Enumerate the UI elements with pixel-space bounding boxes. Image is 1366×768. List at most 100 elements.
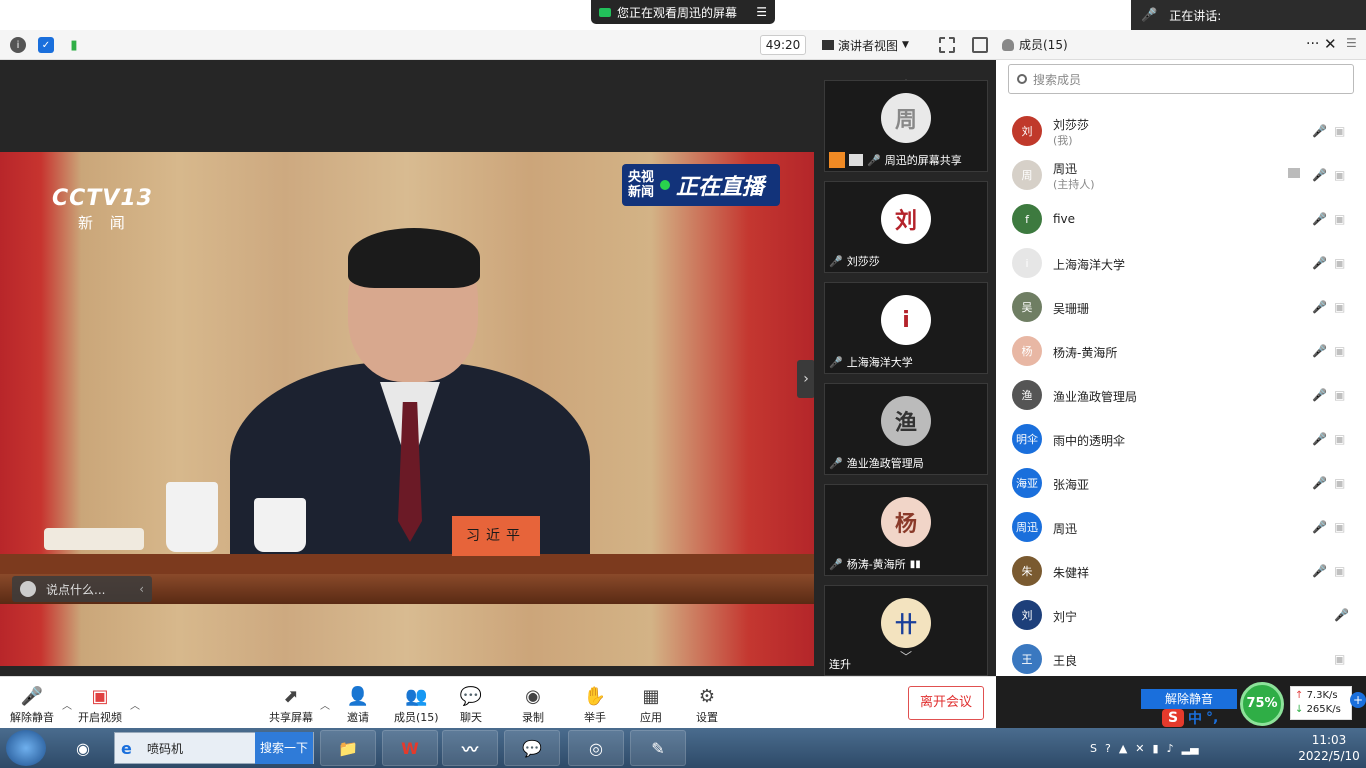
usb-icon[interactable]: ▮ — [1153, 742, 1159, 755]
video-off-icon[interactable]: ▣ — [1334, 476, 1345, 490]
video-off-icon[interactable]: ▣ — [1334, 344, 1345, 358]
chevron-up-icon[interactable]: ︿ — [62, 697, 72, 712]
member-search-input[interactable]: 搜索成员 — [1008, 64, 1354, 94]
chevron-down-icon[interactable]: ﹀ — [900, 648, 912, 665]
member-row[interactable]: 王王良 ▣ — [1012, 640, 1358, 680]
video-off-icon[interactable]: ▣ — [1334, 564, 1345, 578]
raise-hand-button[interactable]: ✋ 举手 — [584, 685, 606, 725]
wps-icon[interactable]: W — [382, 730, 438, 766]
notepad-icon[interactable]: ✎ — [630, 730, 686, 766]
meeting-app-icon[interactable]: 〰 — [442, 730, 498, 766]
mic-off-icon[interactable]: 🎤 — [1312, 300, 1327, 314]
chrome-icon[interactable]: ◎ — [568, 730, 624, 766]
sogou-tray-icon[interactable]: S — [1090, 742, 1097, 755]
app-launcher-icon[interactable]: ◉ — [58, 730, 108, 766]
unmute-button[interactable]: 🎤 解除静音 — [10, 685, 54, 725]
video-off-icon[interactable]: ▣ — [1334, 124, 1345, 138]
invite-button[interactable]: 👤 邀请 — [347, 685, 369, 725]
video-off-icon[interactable]: ▣ — [1334, 520, 1345, 534]
search-button[interactable]: 搜索一下 — [255, 732, 313, 764]
member-row[interactable]: 海亚 张海亚 🎤 ▣ — [1012, 464, 1358, 504]
emoji-icon[interactable] — [20, 581, 36, 597]
mic-off-icon[interactable]: 🎤 — [1312, 432, 1327, 446]
screen-share-notice[interactable]: 您正在观看周迅的屏幕 ☰ — [591, 0, 775, 24]
shield-icon[interactable]: ✓ — [38, 37, 54, 53]
mic-off-icon[interactable]: 🎤 — [1334, 608, 1349, 622]
member-row[interactable]: 明伞 雨中的透明伞 🎤 ▣ — [1012, 420, 1358, 460]
ie-query[interactable]: 喷码机 — [141, 740, 255, 757]
ie-search-box[interactable]: e 喷码机 搜索一下 — [114, 732, 314, 764]
mic-off-icon[interactable]: 🎤 — [1312, 564, 1327, 578]
view-mode-dropdown[interactable]: 演讲者视图 ▼ — [822, 35, 909, 55]
help-icon[interactable]: ? — [1105, 742, 1111, 755]
list-icon[interactable]: ☰ — [1346, 36, 1357, 50]
volume-icon[interactable]: ♪ — [1167, 742, 1174, 755]
mic-off-icon[interactable]: 🎤 — [1312, 344, 1327, 358]
mic-off-icon[interactable]: 🎤 — [1312, 212, 1327, 226]
member-row[interactable]: 刘刘宁 🎤 — [1012, 596, 1358, 636]
ime-punct[interactable]: °, — [1206, 710, 1218, 726]
members-button[interactable]: 👥 成员(15) — [394, 685, 439, 725]
avatar: 杨 — [1012, 336, 1042, 366]
ime-toolbar[interactable]: S 中 °, — [1162, 708, 1242, 728]
member-row[interactable]: 朱朱健祥 🎤 ▣ — [1012, 552, 1358, 592]
info-icon[interactable]: i — [10, 37, 26, 53]
mic-off-icon[interactable]: 🎤 — [1312, 168, 1327, 182]
more-icon[interactable]: ··· — [1306, 36, 1319, 52]
member-row[interactable]: 吴吴珊珊 🎤 ▣ — [1012, 288, 1358, 328]
network-off-icon[interactable]: ✕ — [1135, 742, 1144, 755]
video-off-icon[interactable]: ▣ — [1334, 256, 1345, 270]
plus-icon[interactable]: + — [1350, 692, 1366, 708]
video-off-icon[interactable]: ▣ — [1334, 212, 1345, 226]
mic-off-icon[interactable]: 🎤 — [1312, 124, 1327, 138]
layout-panel-icon[interactable] — [972, 37, 988, 53]
tile-participant[interactable]: ⅰ 🎤 上海海洋大学 — [824, 282, 988, 374]
member-row[interactable]: 渔渔业渔政管理局 🎤 ▣ — [1012, 376, 1358, 416]
network-widget[interactable]: 75% ↑ 7.3K/s ↓ 265K/s + — [1240, 682, 1366, 726]
settings-button[interactable]: ⚙ 设置 — [696, 685, 718, 725]
video-off-icon[interactable]: ▣ — [1334, 388, 1345, 402]
tile-participant[interactable]: 杨 🎤 杨涛-黄海所 ▮▮ — [824, 484, 988, 576]
start-button[interactable] — [6, 730, 46, 766]
mic-off-icon[interactable]: 🎤 — [1312, 256, 1327, 270]
signal-icon[interactable]: ▮ — [66, 37, 82, 53]
leave-meeting-button[interactable]: 离开会议 — [908, 686, 984, 720]
member-row[interactable]: ⅰ 上海海洋大学 🎤 ▣ — [1012, 244, 1358, 284]
member-row[interactable]: f five 🎤 ▣ — [1012, 200, 1358, 240]
video-off-icon[interactable]: ▣ — [1334, 652, 1345, 666]
signal-bars-icon[interactable]: ▂▄ — [1182, 742, 1199, 755]
share-screen-button[interactable]: ⬈ 共享屏幕 — [269, 685, 313, 725]
chevron-up-icon[interactable]: ︿ — [130, 697, 140, 712]
mic-off-icon[interactable]: 🎤 — [1312, 388, 1327, 402]
apps-button[interactable]: ▦ 应用 — [640, 685, 662, 725]
panel-unmute-button[interactable]: 解除静音 — [1141, 689, 1237, 709]
tile-participant[interactable]: 渔 🎤 渔业渔政管理局 — [824, 383, 988, 475]
member-row[interactable]: 周迅 周迅 🎤 ▣ — [1012, 508, 1358, 548]
video-off-icon[interactable]: ▣ — [1334, 432, 1345, 446]
chevron-left-icon[interactable]: ‹ — [139, 582, 144, 596]
menu-icon[interactable]: ☰ — [756, 5, 767, 19]
ime-lang[interactable]: 中 — [1188, 708, 1202, 728]
record-button[interactable]: ◉ 录制 — [522, 685, 544, 725]
mic-off-icon[interactable]: 🎤 — [1312, 520, 1327, 534]
member-row[interactable]: 刘刘莎莎 (我) 🎤 ▣ — [1012, 112, 1358, 152]
chevron-up-icon[interactable]: ︿ — [320, 697, 330, 712]
tile-participant[interactable]: 刘 🎤 刘莎莎 — [824, 181, 988, 273]
channel-logo: CCTV13 — [52, 186, 153, 211]
collapse-tiles-button[interactable]: › — [797, 360, 815, 398]
fullscreen-icon[interactable] — [939, 37, 955, 53]
close-icon[interactable]: ✕ — [1324, 35, 1337, 53]
member-row[interactable]: 周周迅 (主持人) 🎤 ▣ — [1012, 156, 1358, 196]
wechat-icon[interactable]: 💬 — [504, 730, 560, 766]
chat-quick-input[interactable]: 说点什么... ‹ — [12, 576, 152, 602]
tile-screen-share[interactable]: 周 🎤 周迅的屏幕共享 — [824, 80, 988, 172]
video-off-icon[interactable]: ▣ — [1334, 168, 1345, 182]
expand-tray-icon[interactable]: ▲ — [1119, 742, 1127, 755]
member-row[interactable]: 杨杨涛-黄海所 🎤 ▣ — [1012, 332, 1358, 372]
mic-off-icon[interactable]: 🎤 — [1312, 476, 1327, 490]
video-off-icon[interactable]: ▣ — [1334, 300, 1345, 314]
start-video-button[interactable]: ▣ 开启视频 — [78, 685, 122, 725]
system-clock[interactable]: 11:03 2022/5/10 — [1296, 732, 1362, 764]
chat-button[interactable]: 💬 聊天 — [460, 685, 482, 725]
folder-icon[interactable]: 📁 — [320, 730, 376, 766]
